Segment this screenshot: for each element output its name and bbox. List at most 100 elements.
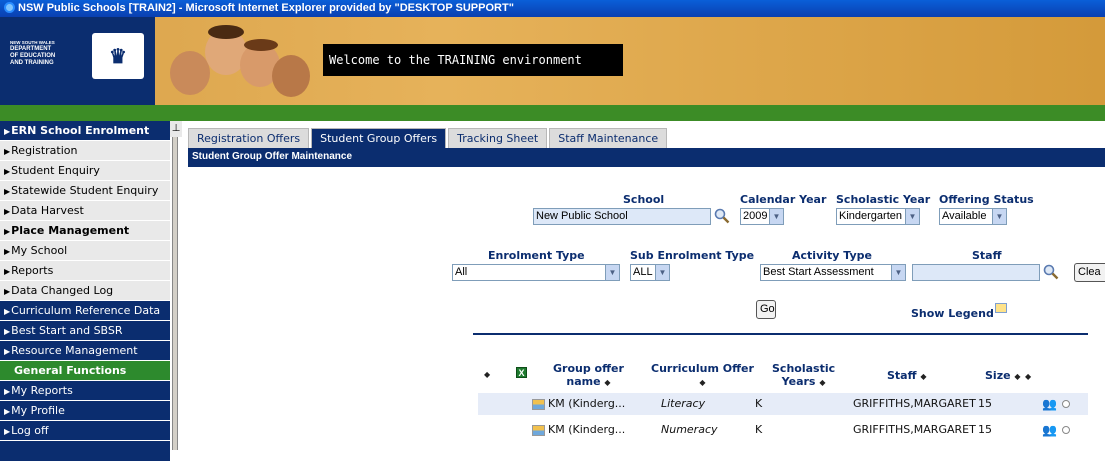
sort-icon[interactable]: ◆	[604, 378, 610, 387]
section-title: Student Group Offer Maintenance	[188, 148, 1105, 167]
sidebar-item-label: Student Enquiry	[11, 164, 100, 177]
filter-divider	[473, 333, 1088, 335]
sidebar-item-my-school[interactable]: ▶My School	[0, 241, 170, 261]
scholastic-header-line1: Scholastic	[772, 362, 836, 375]
school-field[interactable]: New Public School	[533, 208, 711, 225]
enrolment-type-value: All	[455, 266, 468, 278]
staff-name: GRIFFITHS,MARGARET	[853, 423, 976, 436]
offering-status-label: Offering Status	[939, 193, 1034, 206]
row-select-radio[interactable]	[1062, 400, 1070, 408]
group-size: 15	[978, 423, 992, 436]
dept-line: DEPARTMENT	[10, 46, 52, 52]
sort-icon[interactable]: ◆	[920, 372, 926, 381]
sidebar-filler	[0, 441, 170, 461]
curriculum-offer-header-label: Curriculum Offer	[651, 362, 754, 375]
table-row[interactable]: KM (Kinderg... Numeracy K GRIFFITHS,MARG…	[478, 419, 1088, 441]
pin-icon[interactable]: ⊥	[170, 121, 182, 137]
staff-header[interactable]: Staff ◆	[887, 369, 927, 383]
sidebar-item-label: General Functions	[14, 364, 127, 377]
sidebar-item-data-changed-log[interactable]: ▶Data Changed Log	[0, 281, 170, 301]
dept-line: AND TRAINING	[10, 60, 54, 66]
activity-type-select[interactable]: Best Start Assessment ▼	[760, 264, 906, 281]
chevron-down-icon: ▼	[891, 265, 905, 280]
clear-button[interactable]: Clea	[1074, 263, 1105, 282]
staff-label: Staff	[972, 249, 1002, 262]
calendar-year-select[interactable]: 2009 ▼	[740, 208, 784, 225]
activity-type-label: Activity Type	[792, 249, 872, 262]
activity-type-value: Best Start Assessment	[763, 266, 874, 278]
students-group-icon[interactable]: 👥	[1042, 423, 1057, 437]
show-legend-link[interactable]: Show Legend	[911, 303, 1007, 320]
sidebar-item-student-enquiry[interactable]: ▶Student Enquiry	[0, 161, 170, 181]
group-offer-header-line2: name	[566, 375, 601, 388]
group-offer-name[interactable]: KM (Kinderg...	[548, 419, 625, 441]
sidebar-item-my-reports[interactable]: ▶My Reports	[0, 381, 170, 401]
school-search-icon[interactable]	[714, 208, 730, 224]
sidebar-item-label: Data Harvest	[11, 204, 84, 217]
sort-icon[interactable]: ◆	[819, 378, 825, 387]
group-size: 15	[978, 397, 992, 410]
sidebar-item-label: ERN School Enrolment	[11, 124, 150, 137]
sidebar-item-label: My School	[11, 244, 68, 257]
sub-enrolment-type-value: ALL	[633, 266, 653, 278]
sidebar-item-resource-management[interactable]: ▶Resource Management	[0, 341, 170, 361]
tab-tracking-sheet[interactable]: Tracking Sheet	[448, 128, 548, 148]
table-row[interactable]: KM (Kinderg... Literacy K GRIFFITHS,MARG…	[478, 393, 1088, 415]
scholastic-years: K	[755, 423, 763, 436]
sort-icon[interactable]: ◆	[1014, 372, 1020, 381]
chevron-down-icon: ▼	[992, 209, 1006, 224]
chevron-down-icon: ▼	[655, 265, 669, 280]
sort-all-icon[interactable]: ◆	[484, 367, 490, 381]
legend-icon[interactable]	[994, 303, 1007, 313]
row-select-radio[interactable]	[1062, 426, 1070, 434]
curriculum-offer: Numeracy	[661, 423, 718, 436]
sidebar-item-place-management[interactable]: ▶Place Management	[0, 221, 170, 241]
header-banner: NEW SOUTH WALES DEPARTMENT OF EDUCATION …	[0, 17, 1105, 105]
sidebar-item-data-harvest[interactable]: ▶Data Harvest	[0, 201, 170, 221]
sidebar-splitter[interactable]	[172, 137, 178, 450]
tab-student-group-offers[interactable]: Student Group Offers	[311, 128, 447, 148]
window-titlebar: NSW Public Schools [TRAIN2] - Microsoft …	[0, 0, 1105, 17]
sidebar-item-curriculum-reference-data[interactable]: ▶Curriculum Reference Data	[0, 301, 170, 321]
sidebar-item-best-start-and-sbsr[interactable]: ▶Best Start and SBSR	[0, 321, 170, 341]
sidebar-item-general-functions[interactable]: General Functions	[0, 361, 170, 381]
sidebar-item-label: Best Start and SBSR	[11, 324, 123, 337]
group-offer-name[interactable]: KM (Kinderg...	[548, 393, 625, 415]
sidebar-item-label: Reports	[11, 264, 54, 277]
sidebar-item-statewide-student-enquiry[interactable]: ▶Statewide Student Enquiry	[0, 181, 170, 201]
tab-staff-maintenance[interactable]: Staff Maintenance	[549, 128, 668, 148]
green-divider	[0, 105, 1105, 121]
staff-field[interactable]	[912, 264, 1040, 281]
sort-icon[interactable]: ◆	[1025, 369, 1031, 383]
sidebar-item-log-off[interactable]: ▶Log off	[0, 421, 170, 441]
curriculum-offer-header[interactable]: Curriculum Offer ◆	[651, 362, 754, 389]
window-title: NSW Public Schools [TRAIN2] - Microsoft …	[18, 2, 514, 14]
tab-strip: Registration Offers Student Group Offers…	[188, 128, 669, 148]
enrolment-type-select[interactable]: All ▼	[452, 264, 620, 281]
tab-registration-offers[interactable]: Registration Offers	[188, 128, 310, 148]
size-header[interactable]: Size ◆	[985, 369, 1021, 383]
group-offer-header[interactable]: Group offer name ◆	[553, 362, 624, 389]
sub-enrolment-type-label: Sub Enrolment Type	[630, 249, 755, 262]
enrolment-type-label: Enrolment Type	[488, 249, 585, 262]
sort-icon[interactable]: ◆	[699, 378, 705, 387]
scholastic-year-select[interactable]: Kindergarten ▼	[836, 208, 920, 225]
curriculum-offer: Literacy	[661, 397, 706, 410]
sidebar-item-label: My Profile	[11, 404, 65, 417]
scholastic-year-value: Kindergarten	[839, 210, 902, 222]
department-name: NEW SOUTH WALES DEPARTMENT OF EDUCATION …	[10, 39, 55, 67]
sidebar-item-reports[interactable]: ▶Reports	[0, 261, 170, 281]
school-label: School	[623, 193, 665, 206]
excel-export-icon[interactable]: X	[516, 367, 527, 378]
chevron-down-icon: ▼	[769, 209, 783, 224]
go-button[interactable]: Go	[756, 300, 776, 319]
children-photo	[160, 21, 320, 105]
sidebar-item-ern-school-enrolment[interactable]: ▶ERN School Enrolment	[0, 121, 170, 141]
sidebar-item-registration[interactable]: ▶Registration	[0, 141, 170, 161]
staff-search-icon[interactable]	[1043, 264, 1059, 280]
scholastic-years-header[interactable]: Scholastic Years ◆	[772, 362, 835, 389]
sidebar-item-my-profile[interactable]: ▶My Profile	[0, 401, 170, 421]
sub-enrolment-type-select[interactable]: ALL ▼	[630, 264, 670, 281]
students-group-icon[interactable]: 👥	[1042, 397, 1057, 411]
offering-status-select[interactable]: Available ▼	[939, 208, 1007, 225]
